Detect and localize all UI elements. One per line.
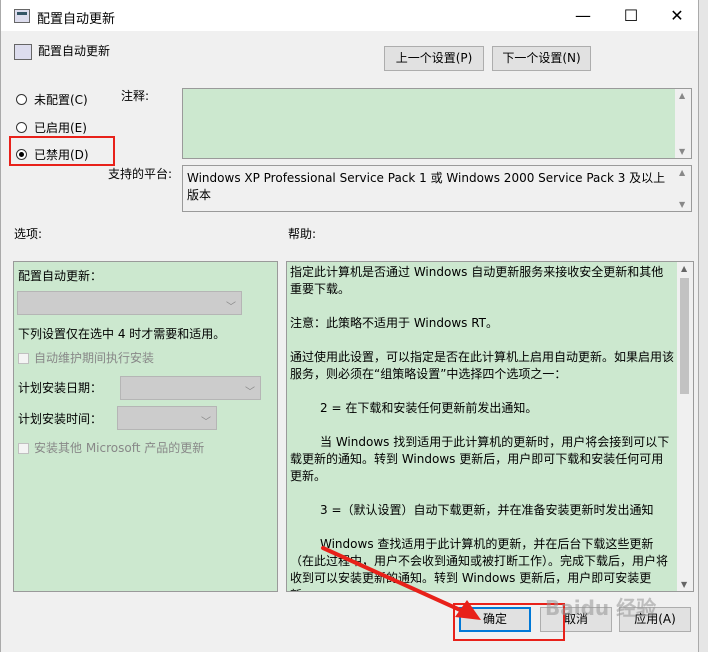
watermark: Baidu 经验 — [545, 596, 657, 620]
policy-dialog: 配置自动更新 — ☐ ✕ 配置自动更新 上一个设置(P) 下一个设置(N) 未配… — [0, 0, 699, 652]
red-arrow-annotation — [321, 546, 481, 620]
